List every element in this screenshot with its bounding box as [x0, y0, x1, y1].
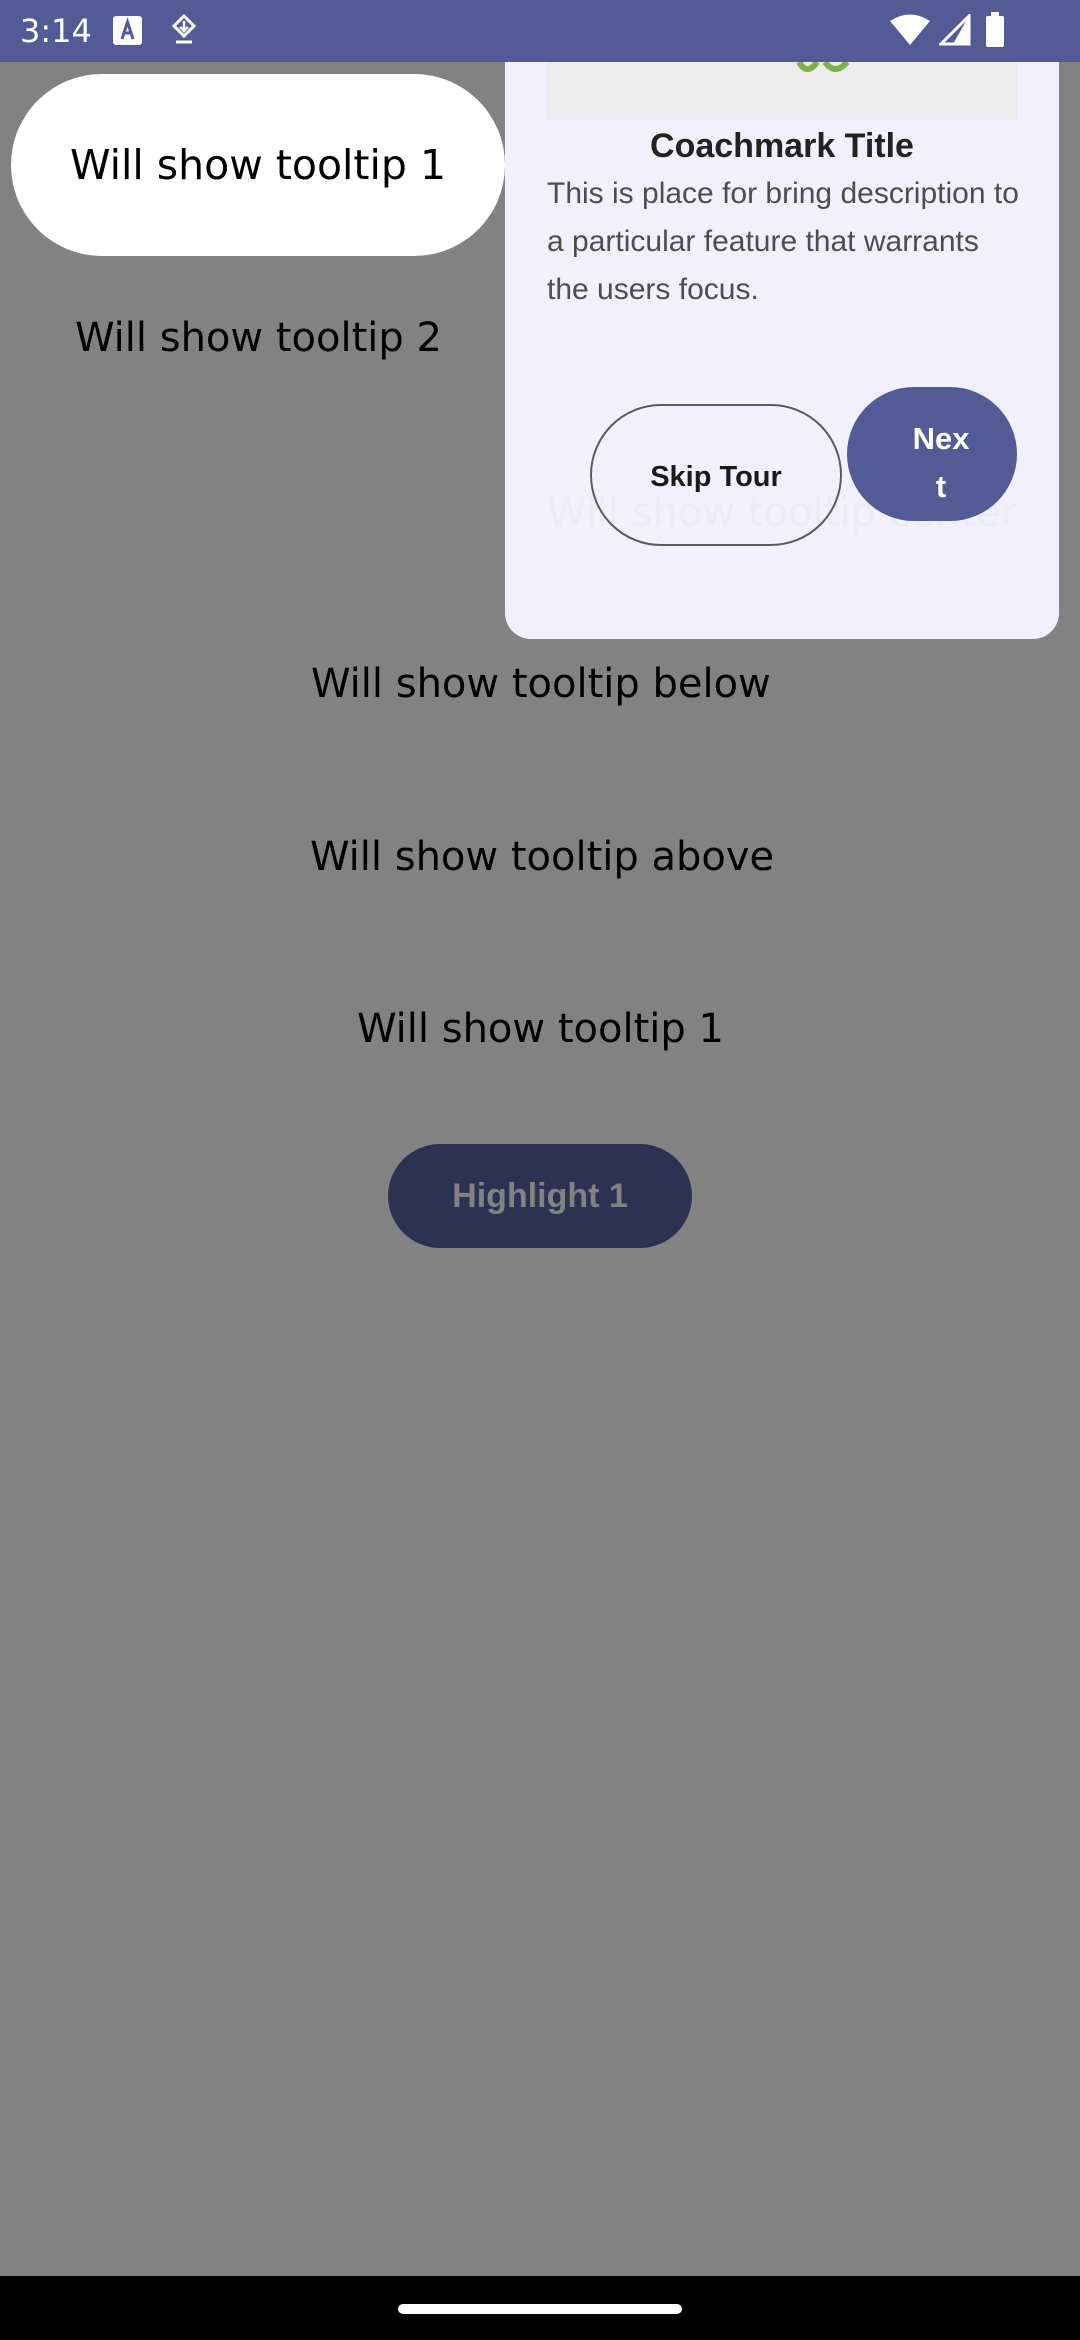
coachmark-card: Coachmark Title This is place for bring … [505, 62, 1059, 639]
battery-icon [986, 12, 1004, 47]
tooltip-below-item[interactable]: Will show tooltip below [311, 659, 771, 709]
text-icon [113, 16, 142, 45]
tooltip-2-item[interactable]: Will show tooltip 2 [75, 313, 442, 363]
next-button-label: Next [912, 421, 970, 504]
status-bar: 3:14 [0, 0, 1080, 62]
tooltip-above-item[interactable]: Will show tooltip above [310, 832, 774, 882]
coachmark-image [547, 62, 1017, 120]
next-button[interactable]: Next [847, 387, 1017, 521]
highlighted-tooltip-1-item[interactable]: Will show tooltip 1 [11, 74, 505, 256]
highlight-1-button[interactable]: Highlight 1 [388, 1144, 692, 1248]
skip-tour-button[interactable]: Skip Tour [590, 404, 842, 546]
tooltip-1-item[interactable]: Will show tooltip 1 [357, 1004, 724, 1054]
highlighted-item-label: Will show tooltip 1 [69, 141, 447, 189]
signal-icon [939, 14, 971, 46]
download-icon [171, 14, 197, 44]
home-gesture-handle[interactable] [398, 2304, 682, 2314]
coachmark-description: This is place for bring description to a… [547, 177, 1019, 306]
wifi-icon [890, 14, 930, 45]
status-time: 3:14 [20, 12, 92, 50]
navigation-bar [0, 2276, 1080, 2340]
coachmark-title: Coachmark Title [650, 127, 914, 165]
illustration-icon [796, 62, 850, 72]
